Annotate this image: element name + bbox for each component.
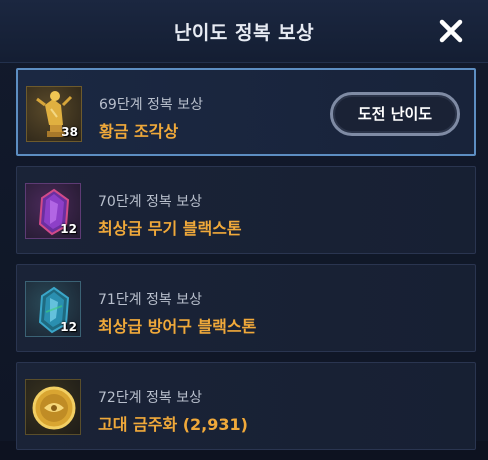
stage-label: 71단계 정복 보상 bbox=[98, 292, 202, 308]
reward-name: 고대 금주화 (2,931) bbox=[98, 415, 248, 434]
golden-statue-icon: 38 bbox=[26, 86, 82, 142]
stage-label: 69단계 정복 보상 bbox=[99, 97, 203, 113]
dialog-header: 난이도 정복 보상 bbox=[0, 0, 488, 63]
stage-label: 72단계 정복 보상 bbox=[98, 390, 202, 406]
reward-row-71[interactable]: 12 71단계 정복 보상 최상급 방어구 블랙스톤 bbox=[16, 264, 476, 352]
dialog-title: 난이도 정복 보상 bbox=[173, 22, 315, 44]
teal-blackstone-icon: 12 bbox=[25, 281, 81, 337]
reward-row-70[interactable]: 12 70단계 정복 보상 최상급 무기 블랙스톤 bbox=[16, 166, 476, 254]
reward-row-69[interactable]: 38 69단계 정복 보상 황금 조각상 도전 난이도 bbox=[16, 68, 476, 156]
ancient-gold-coin-icon bbox=[25, 379, 81, 435]
item-count: 12 bbox=[60, 222, 77, 236]
purple-blackstone-icon: 12 bbox=[25, 183, 81, 239]
challenge-difficulty-button[interactable]: 도전 난이도 bbox=[330, 92, 460, 136]
reward-list: 38 69단계 정복 보상 황금 조각상 도전 난이도 12 70단계 정복 보… bbox=[16, 68, 476, 460]
reward-name: 황금 조각상 bbox=[99, 122, 179, 141]
item-count: 12 bbox=[60, 320, 77, 334]
reward-dialog: 난이도 정복 보상 38 69단계 정복 보상 황금 조각상 도전 난이도 12… bbox=[0, 0, 488, 450]
close-icon[interactable] bbox=[438, 18, 464, 44]
item-count: 38 bbox=[61, 125, 78, 139]
reward-name: 최상급 방어구 블랙스톤 bbox=[98, 317, 257, 336]
reward-row-72[interactable]: 72단계 정복 보상 고대 금주화 (2,931) bbox=[16, 362, 476, 450]
stage-label: 70단계 정복 보상 bbox=[98, 194, 202, 210]
reward-name: 최상급 무기 블랙스톤 bbox=[98, 219, 242, 238]
